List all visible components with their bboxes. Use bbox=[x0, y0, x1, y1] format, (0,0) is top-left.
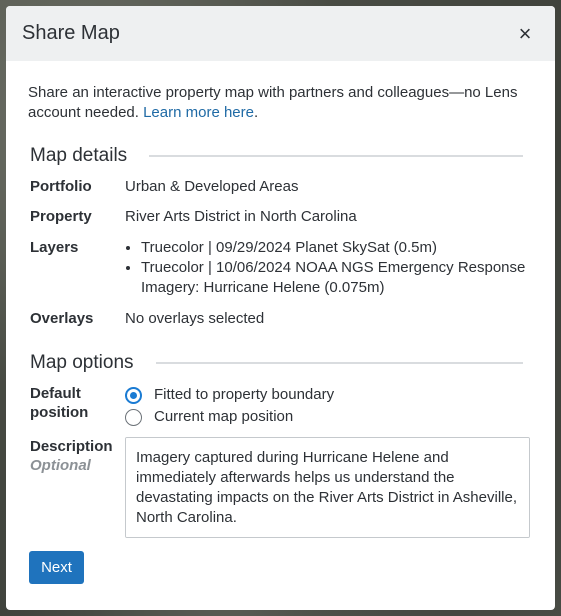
map-details-header: Map details bbox=[30, 145, 533, 167]
default-position-row: Default position Fitted to property boun… bbox=[30, 384, 533, 428]
default-position-label: Default position bbox=[30, 384, 125, 428]
learn-more-link[interactable]: Learn more here bbox=[143, 104, 254, 121]
layers-row: Layers Truecolor | 09/29/2024 Planet Sky… bbox=[30, 238, 533, 298]
close-icon[interactable]: × bbox=[513, 22, 537, 46]
intro-period: . bbox=[254, 104, 259, 121]
portfolio-value: Urban & Developed Areas bbox=[125, 178, 299, 195]
share-map-dialog: Share Map × Share an interactive propert… bbox=[6, 6, 555, 610]
map-options-heading: Map options bbox=[30, 352, 134, 373]
dialog-header: Share Map × bbox=[6, 6, 555, 61]
radio-option-fitted[interactable]: Fitted to property boundary bbox=[125, 384, 334, 406]
dialog-body: Share an interactive property map with p… bbox=[6, 61, 555, 538]
description-label: Description Optional bbox=[30, 437, 125, 538]
portfolio-row: Portfolio Urban & Developed Areas bbox=[30, 177, 533, 197]
property-row: Property River Arts District in North Ca… bbox=[30, 207, 533, 227]
default-position-label-line1: Default bbox=[30, 385, 81, 402]
property-label: Property bbox=[30, 208, 92, 225]
layer-item: Truecolor | 10/06/2024 NOAA NGS Emergenc… bbox=[141, 258, 533, 298]
default-position-label-line2: position bbox=[30, 404, 89, 421]
radio-button[interactable] bbox=[125, 408, 142, 426]
dialog-title: Share Map bbox=[22, 22, 120, 44]
property-value: River Arts District in North Carolina bbox=[125, 208, 357, 225]
section-divider bbox=[155, 362, 523, 364]
next-button[interactable]: Next bbox=[29, 551, 84, 584]
position-radio-group: Fitted to property boundary Current map … bbox=[125, 384, 334, 428]
overlays-label: Overlays bbox=[30, 310, 94, 327]
map-options-header: Map options bbox=[30, 352, 533, 374]
radio-option-current[interactable]: Current map position bbox=[125, 406, 334, 428]
radio-label: Current map position bbox=[154, 408, 294, 425]
layer-item: Truecolor | 09/29/2024 Planet SkySat (0.… bbox=[141, 238, 533, 258]
intro-text: Share an interactive property map with p… bbox=[28, 83, 533, 123]
radio-label: Fitted to property boundary bbox=[154, 386, 335, 403]
section-divider bbox=[149, 155, 523, 157]
map-details-heading: Map details bbox=[30, 145, 128, 166]
layers-label: Layers bbox=[30, 239, 79, 256]
overlays-value: No overlays selected bbox=[125, 310, 265, 327]
intro-sentence: Share an interactive property map with p… bbox=[28, 84, 518, 121]
portfolio-label: Portfolio bbox=[30, 178, 92, 195]
description-textarea[interactable]: Imagery captured during Hurricane Helene… bbox=[125, 437, 530, 538]
layers-list: Truecolor | 09/29/2024 Planet SkySat (0.… bbox=[125, 238, 533, 298]
description-row: Description Optional Imagery captured du… bbox=[30, 437, 533, 538]
description-label-text: Description bbox=[30, 438, 113, 455]
overlays-row: Overlays No overlays selected bbox=[30, 309, 533, 329]
radio-button-selected[interactable] bbox=[125, 386, 142, 404]
optional-hint: Optional bbox=[30, 457, 91, 474]
